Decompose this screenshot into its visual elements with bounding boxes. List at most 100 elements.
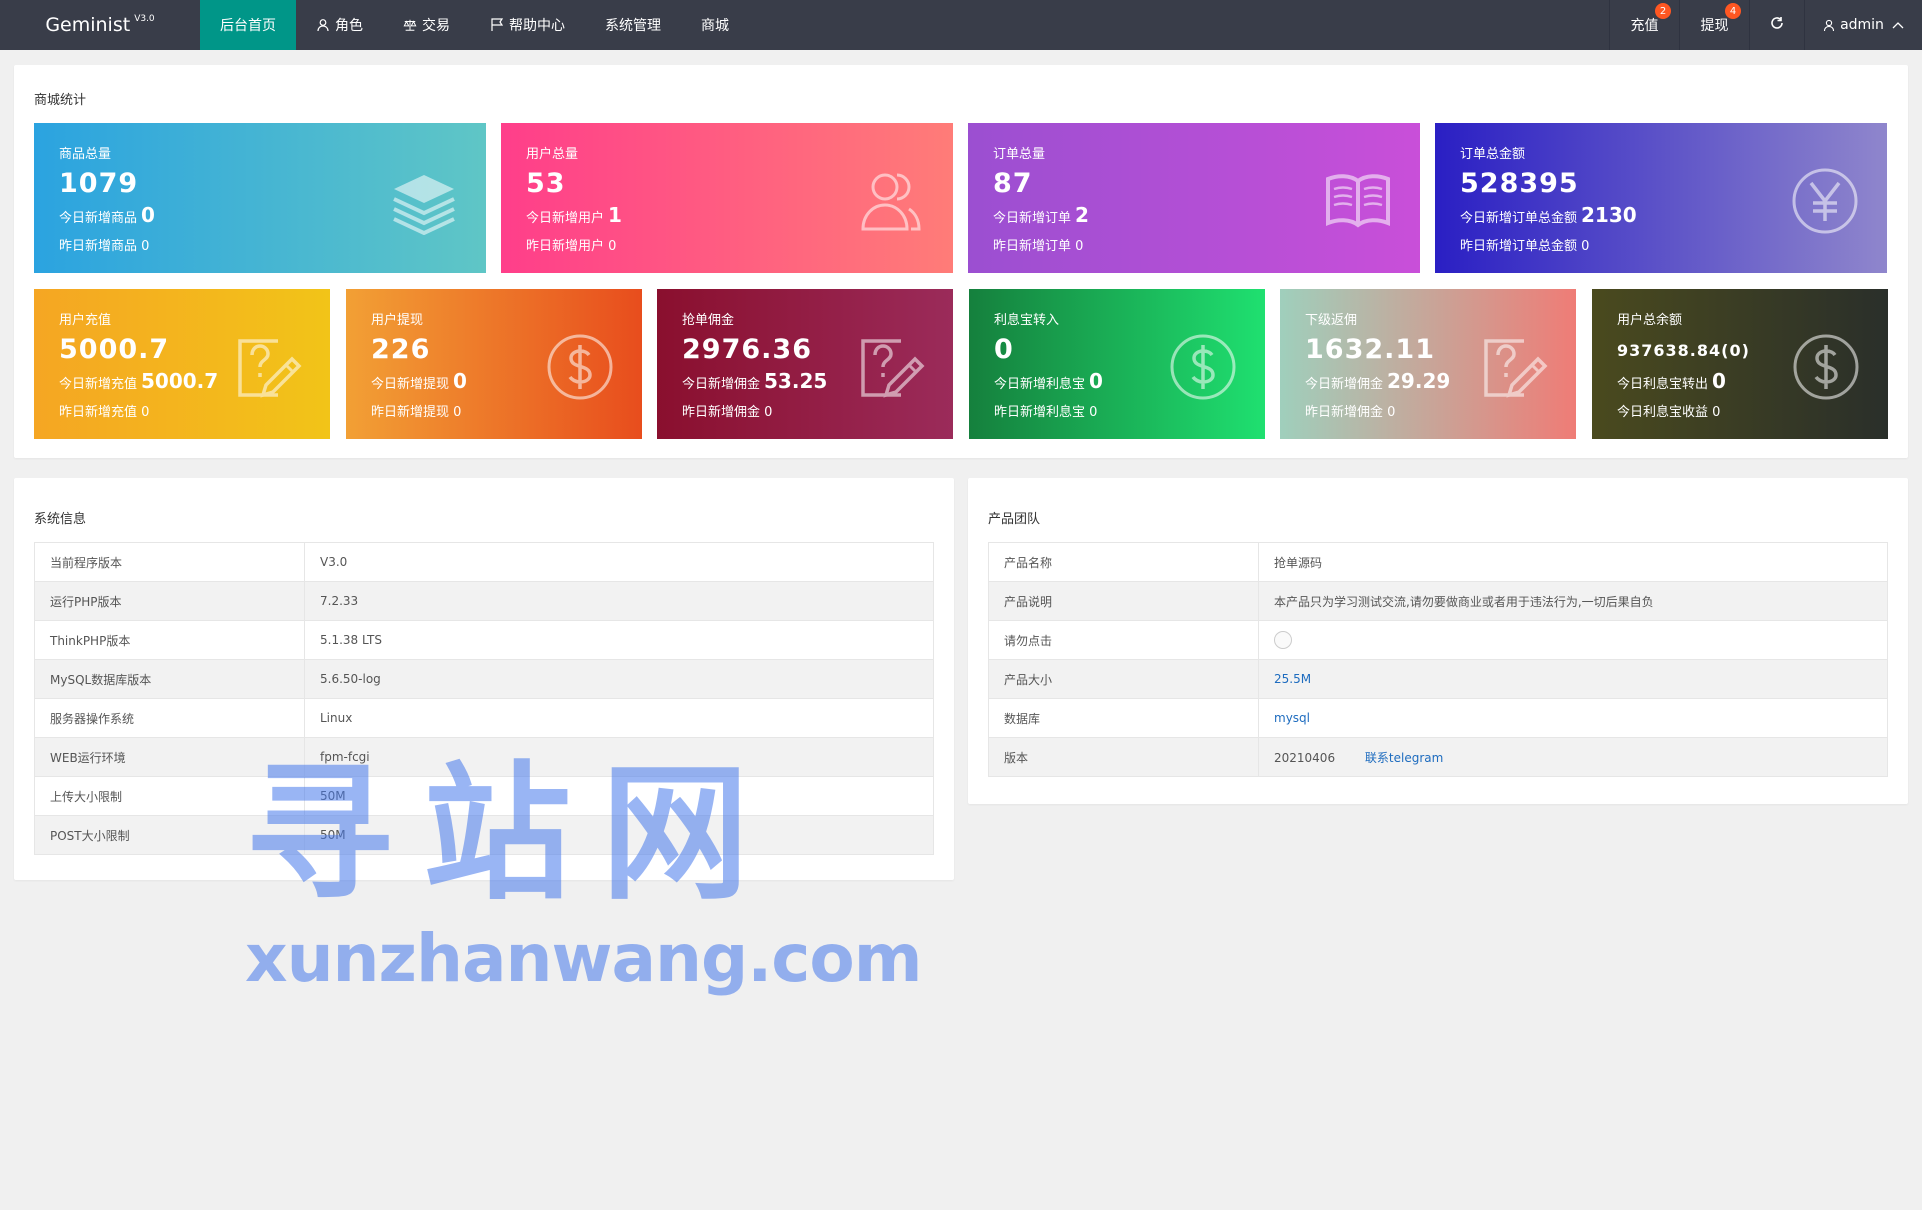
row-value: 25.5M [1258, 659, 1888, 699]
row-value: 50M [304, 815, 934, 855]
row-label: 数据库 [988, 698, 1259, 738]
layers-icon [390, 167, 458, 236]
stat-value: 0 [994, 334, 1014, 365]
row-label: ThinkPHP版本 [34, 620, 305, 660]
table-row: 数据库 mysql [988, 698, 1888, 738]
row-value: 本产品只为学习测试交流,请勿要做商业或者用于违法行为,一切后果自负 [1258, 581, 1888, 621]
main-nav: 后台首页 角色 交易 帮助中心 系统管理 商城 [200, 0, 749, 50]
stat-today-label: 今日利息宝转出 [1617, 377, 1709, 392]
stat-value: 53 [526, 168, 566, 199]
stat-title: 利息宝转入 [994, 313, 1060, 328]
wechat-icon[interactable] [1274, 631, 1292, 649]
stat-card: 抢单佣金 2976.36 今日新增佣金 53.25 昨日新增佣金 0 [657, 289, 953, 439]
table-row: 当前程序版本 V3.0 [34, 542, 934, 582]
stat-today-value: 1 [608, 203, 622, 227]
edit-question-icon [234, 333, 302, 401]
stat-card: 用户充值 5000.7 今日新增充值 5000.7 昨日新增充值 0 [34, 289, 330, 439]
row-label: 请勿点击 [988, 620, 1259, 660]
edit-question-icon [1480, 333, 1548, 401]
nav-label: 角色 [335, 18, 363, 34]
stat-value: 937638.84(0) [1617, 341, 1750, 360]
recharge-badge: 2 [1655, 3, 1671, 19]
telegram-link[interactable]: 联系telegram [1365, 751, 1443, 765]
stat-title: 订单总金额 [1460, 147, 1526, 162]
stat-title: 商品总量 [59, 147, 112, 162]
stat-today-value: 0 [453, 369, 467, 393]
stat-today: 今日新增订单总金额 2130 [1460, 203, 1637, 227]
product-team-panel: 产品团队 产品名称 抢单源码 产品说明 本产品只为学习测试交流,请勿要做商业或者… [968, 478, 1908, 804]
row-label: 运行PHP版本 [34, 581, 305, 621]
product-team-table: 产品名称 抢单源码 产品说明 本产品只为学习测试交流,请勿要做商业或者用于违法行… [988, 542, 1888, 777]
row-label: WEB运行环境 [34, 737, 305, 777]
stat-value: 1079 [59, 168, 139, 199]
table-row: 请勿点击 [988, 620, 1888, 660]
nav-item-mall[interactable]: 商城 [681, 0, 749, 50]
row-label: 产品名称 [988, 542, 1259, 582]
nav-label: 商城 [701, 18, 729, 34]
edit-question-icon [857, 333, 925, 401]
stat-title: 用户提现 [371, 313, 424, 328]
username: admin [1840, 17, 1884, 33]
stat-card: 下级返佣 1632.11 今日新增佣金 29.29 昨日新增佣金 0 [1280, 289, 1576, 439]
stat-yesterday: 昨日新增佣金 0 [682, 405, 773, 420]
nav-label: 交易 [422, 18, 450, 34]
row-label: POST大小限制 [34, 815, 305, 855]
stat-today-value: 5000.7 [141, 369, 219, 393]
row-value: mysql [1258, 698, 1888, 738]
flag-icon [490, 18, 504, 32]
stat-today-value: 29.29 [1387, 369, 1451, 393]
stats-panel: 商城统计 商品总量 1079 今日新增商品 0 昨日新增商品 0 用户总量 53 今日新增用户… [14, 65, 1908, 458]
nav-item-system[interactable]: 系统管理 [585, 0, 681, 50]
stat-value: 5000.7 [59, 334, 170, 365]
stat-today-value: 53.25 [764, 369, 828, 393]
stats-title: 商城统计 [34, 93, 87, 108]
right-nav: 充值 2 提现 4 admin [1609, 0, 1922, 50]
user-icon [1823, 19, 1835, 32]
stat-today: 今日新增佣金 53.25 [682, 369, 827, 393]
stat-card: 用户提现 226 今日新增提现 0 昨日新增提现 0 [346, 289, 642, 439]
stat-title: 用户总余额 [1617, 313, 1683, 328]
table-row: 版本 20210406 联系telegram [988, 737, 1888, 777]
stat-yesterday: 昨日新增商品 0 [59, 239, 150, 254]
stat-yesterday: 昨日新增提现 0 [371, 405, 462, 420]
nav-item-home[interactable]: 后台首页 [200, 0, 296, 50]
app-logo[interactable]: Geminist V3.0 [0, 0, 200, 50]
stat-value: 226 [371, 334, 431, 365]
book-icon [1324, 167, 1392, 235]
table-row: 运行PHP版本 7.2.33 [34, 581, 934, 621]
system-info-panel: 系统信息 当前程序版本 V3.0 运行PHP版本 7.2.33 ThinkPHP版本 5.… [14, 478, 954, 880]
row-label: 产品说明 [988, 581, 1259, 621]
refresh-button[interactable] [1749, 0, 1804, 50]
stat-title: 下级返佣 [1305, 313, 1358, 328]
stat-value: 87 [993, 168, 1033, 199]
stat-yesterday: 昨日新增订单总金额 0 [1460, 239, 1590, 254]
stat-today-label: 今日新增利息宝 [994, 377, 1086, 392]
stat-today-label: 今日新增商品 [59, 211, 138, 226]
refresh-icon [1770, 16, 1784, 34]
recharge-label: 充值 [1630, 18, 1659, 34]
stat-card: 商品总量 1079 今日新增商品 0 昨日新增商品 0 [34, 123, 486, 273]
stat-card: 利息宝转入 0 今日新增利息宝 0 昨日新增利息宝 0 [969, 289, 1265, 439]
stat-yesterday: 昨日新增充值 0 [59, 405, 150, 420]
nav-item-role[interactable]: 角色 [296, 0, 383, 50]
stat-today: 今日新增佣金 29.29 [1305, 369, 1450, 393]
stat-yesterday: 昨日新增订单 0 [993, 239, 1084, 254]
stat-value: 2976.36 [682, 334, 812, 365]
nav-item-trade[interactable]: 交易 [383, 0, 470, 50]
table-row: MySQL数据库版本 5.6.50-log [34, 659, 934, 699]
stat-today-label: 今日新增订单总金额 [1460, 211, 1578, 226]
withdraw-badge: 4 [1725, 3, 1741, 19]
row-value: Linux [304, 698, 934, 738]
nav-item-help[interactable]: 帮助中心 [470, 0, 585, 50]
version-value: 20210406 [1274, 750, 1336, 765]
row-value: 20210406 联系telegram [1258, 737, 1888, 777]
user-menu[interactable]: admin [1804, 0, 1922, 50]
row-value: 抢单源码 [1258, 542, 1888, 582]
stat-title: 用户总量 [526, 147, 579, 162]
stat-today: 今日新增提现 0 [371, 369, 467, 393]
system-info-title: 系统信息 [34, 512, 87, 527]
withdraw-button[interactable]: 提现 4 [1679, 0, 1749, 50]
row-value: V3.0 [304, 542, 934, 582]
recharge-button[interactable]: 充值 2 [1609, 0, 1679, 50]
stat-today: 今日新增利息宝 0 [994, 369, 1103, 393]
